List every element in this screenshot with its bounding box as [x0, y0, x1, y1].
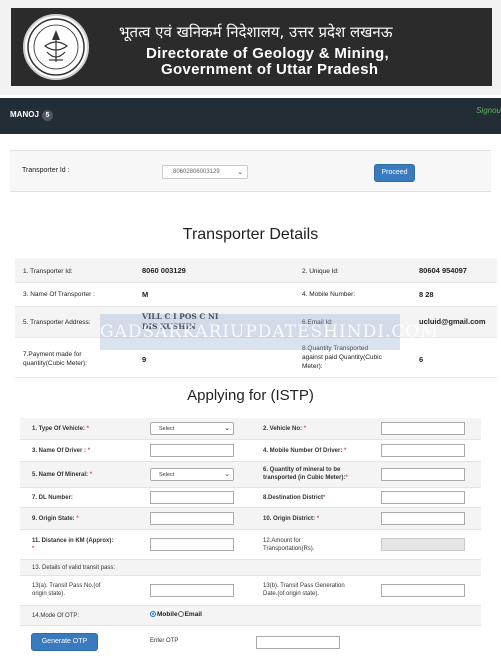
header-title-en-line2: Government of Uttar Pradesh — [161, 61, 379, 78]
form-row: 1. Type Of Vehicle: * Select ⌄ 2. Vehicle… — [20, 418, 481, 440]
header-banner: भूतत्व एवं खनिकर्म निदेशालय, उत्तर प्रदे… — [0, 0, 501, 95]
transit-pass-no-input[interactable] — [150, 584, 234, 597]
origin-state-input[interactable] — [150, 512, 234, 525]
form-row: 9. Origin State: * 10. Origin District: … — [20, 508, 481, 530]
mobile-number-label: 4. Mobile Number: — [302, 291, 356, 298]
distance-input[interactable] — [150, 538, 234, 551]
otp-mode-radio-group: Mobile Email — [150, 611, 202, 618]
user-name: MANOJ — [10, 110, 39, 119]
form-row: 13. Details of valid transit pass: — [20, 560, 481, 576]
generate-otp-button[interactable]: Generate OTP — [31, 633, 98, 651]
transporter-id-label: Transporter Id : — [22, 167, 70, 174]
dl-number-label: 7. DL Number: — [32, 495, 73, 501]
driver-name-label: 3. Name Of Driver : * — [32, 448, 91, 454]
transporter-id-select[interactable]: 80602806003129 ⌄ — [162, 165, 248, 179]
up-emblem-logo — [23, 14, 89, 80]
transit-pass-date-label: 13(b). Transit Pass Generation Date.(of o… — [263, 583, 345, 597]
transit-pass-date-input[interactable] — [381, 584, 465, 597]
payment-quantity-value: 9 — [142, 355, 147, 364]
driver-mobile-input[interactable] — [381, 444, 465, 457]
proceed-button[interactable]: Proceed — [374, 164, 415, 182]
form-row: 13(a). Transit Pass No.(of origin state).… — [20, 576, 481, 606]
transporter-id-value: 80602806003129 — [173, 169, 220, 175]
otp-email-radio[interactable] — [177, 611, 184, 618]
otp-email-label: Email — [184, 611, 202, 618]
mobile-number-value: 8 28 — [419, 290, 434, 299]
transported-quantity-label-line3: Meter): — [302, 363, 323, 370]
unique-id-value: 80604 954097 — [419, 266, 467, 275]
user-menu[interactable]: MANOJ 5 — [10, 110, 53, 121]
transporter-address-label: 5. Transporter Address: — [23, 319, 91, 326]
vehicle-type-label: 1. Type Of Vehicle: * — [32, 426, 89, 432]
header-title-en-line1: Directorate of Geology & Mining, — [146, 45, 389, 62]
mineral-quantity-label: 6. Quantity of mineral to be transported … — [263, 467, 348, 481]
payment-quantity-label-line1: 7.Payment made for — [23, 351, 82, 358]
header-title-hindi: भूतत्व एवं खनिकर्म निदेशालय, उत्तर प्रदे… — [119, 23, 393, 41]
origin-district-label: 10. Origin District: * — [263, 516, 320, 522]
vehicle-no-label: 2. Vehicle No: * — [263, 426, 307, 432]
enter-otp-label: Enter OTP — [150, 638, 179, 644]
destination-district-input[interactable] — [381, 491, 465, 504]
form-row: 11. Distance in KM (Approx): * 12.Amount … — [20, 530, 481, 560]
distance-label: 11. Distance in KM (Approx): * — [32, 538, 114, 552]
amount-input — [381, 538, 465, 551]
transporter-details-heading: Transporter Details — [182, 226, 319, 243]
origin-district-input[interactable] — [381, 512, 465, 525]
transporter-select-panel: Transporter Id : 80602806003129 ⌄ Procee… — [10, 150, 491, 192]
transporter-id-value: 8060 003129 — [142, 266, 186, 275]
details-row: 3. Name Of Transporter : M 4. Mobile Num… — [15, 283, 497, 307]
otp-mobile-radio[interactable] — [150, 611, 156, 618]
banner-box: भूतत्व एवं खनिकर्म निदेशालय, उत्तर प्रदे… — [11, 8, 492, 86]
form-row: 14.Mode Of OTP: Mobile Email — [20, 606, 481, 626]
transported-quantity-value: 6 — [419, 355, 424, 364]
form-row: 3. Name Of Driver : * 4. Mobile Number O… — [20, 440, 481, 462]
dl-number-input[interactable] — [150, 491, 234, 504]
chevron-down-icon: ⌄ — [237, 169, 243, 176]
otp-mode-label: 14.Mode Of OTP: — [32, 613, 80, 619]
chevron-down-icon: ⌄ — [224, 425, 230, 432]
amount-label: 12.Amount for Transportation(Rs). — [263, 538, 315, 552]
watermark-overlay: GADSARKARIUPDATESHINDI.COM — [100, 314, 438, 350]
payment-quantity-label-line2: quantity(Cubic Meter): — [23, 360, 87, 367]
mineral-name-label: 5. Name Of Mineral: * — [32, 472, 93, 478]
istp-form-heading: Applying for (ISTP) — [187, 387, 314, 404]
mineral-quantity-input[interactable] — [381, 468, 465, 481]
otp-mobile-label: Mobile — [157, 611, 178, 618]
transporter-id-label: 1. Transporter Id: — [23, 268, 73, 275]
driver-name-input[interactable] — [150, 444, 234, 457]
driver-mobile-label: 4. Mobile Number Of Driver: * — [263, 448, 347, 454]
details-row: 1. Transporter Id: 8060 003129 2. Unique… — [15, 258, 497, 283]
chevron-down-icon: ⌄ — [224, 471, 230, 478]
transporter-name-label: 3. Name Of Transporter : — [23, 291, 95, 298]
vehicle-no-input[interactable] — [381, 422, 465, 435]
form-row: 5. Name Of Mineral: * Select ⌄ 6. Quantit… — [20, 462, 481, 488]
notification-badge: 5 — [41, 110, 53, 121]
unique-id-label: 2. Unique Id: — [302, 268, 339, 275]
form-row: Generate OTP Enter OTP — [20, 626, 481, 656]
mineral-name-select[interactable]: Select ⌄ — [150, 468, 234, 481]
transported-quantity-label-line2: against paid Quantity(Cubic — [302, 354, 382, 361]
form-row: 7. DL Number: 8.Destination District* — [20, 488, 481, 508]
otp-input[interactable] — [256, 636, 340, 649]
transporter-name-value: M — [142, 290, 149, 299]
origin-state-label: 9. Origin State: * — [32, 516, 79, 522]
top-navbar: MANOJ 5 Signou — [0, 98, 501, 134]
transit-pass-no-label: 13(a). Transit Pass No.(of origin state). — [32, 583, 101, 597]
vehicle-type-select[interactable]: Select ⌄ — [150, 422, 234, 435]
signout-link[interactable]: Signou — [476, 106, 501, 115]
destination-district-label: 8.Destination District* — [263, 495, 326, 501]
transit-pass-details-label: 13. Details of valid transit pass: — [32, 565, 116, 571]
